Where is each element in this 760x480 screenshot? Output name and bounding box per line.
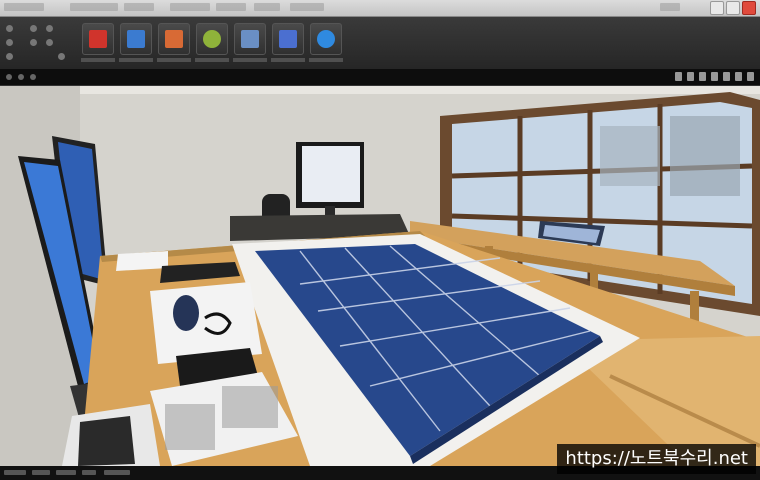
menu-item[interactable] [216, 3, 246, 11]
ribbon-tool-caption [157, 58, 191, 62]
tool-dot-icon[interactable] [46, 25, 53, 32]
tab-icon[interactable] [30, 74, 36, 80]
ribbon-toolbar [0, 17, 760, 69]
ribbon-tool-button[interactable] [233, 23, 267, 62]
tool-dot-icon[interactable] [30, 25, 37, 32]
tool-dot-icon[interactable] [6, 39, 13, 46]
tab-icon[interactable] [6, 74, 12, 80]
window-icon [241, 30, 259, 48]
ribbon-tool-button[interactable] [119, 23, 153, 62]
view-icon[interactable] [699, 72, 706, 81]
globe-icon [317, 30, 335, 48]
menu-item[interactable] [170, 3, 210, 11]
tool-dot-icon[interactable] [30, 39, 37, 46]
title-bar [0, 0, 760, 17]
menu-item[interactable] [70, 3, 118, 11]
menu-item[interactable] [124, 3, 154, 11]
office-photo [0, 86, 760, 466]
menu-item[interactable] [290, 3, 324, 11]
minimize-icon[interactable] [710, 1, 724, 15]
ribbon-tool-button[interactable] [195, 23, 229, 62]
picture-orange-icon [165, 30, 183, 48]
tool-dot-icon[interactable] [46, 39, 53, 46]
ribbon-tool-button[interactable] [157, 23, 191, 62]
close-icon[interactable] [742, 1, 756, 15]
image-canvas[interactable] [0, 86, 760, 466]
view-icon[interactable] [711, 72, 718, 81]
picture-red-icon [89, 30, 107, 48]
tool-dot-icon[interactable] [6, 53, 13, 60]
quick-tools [0, 21, 76, 65]
maximize-icon[interactable] [726, 1, 740, 15]
status-item [104, 470, 130, 475]
tool-dot-icon[interactable] [58, 53, 65, 60]
status-item [82, 470, 96, 475]
ribbon-tool-caption [233, 58, 267, 62]
status-item [56, 470, 76, 475]
ribbon-tool-caption [81, 58, 115, 62]
view-controls [675, 72, 754, 81]
ribbon-tool-caption [195, 58, 229, 62]
menu-item[interactable] [4, 3, 44, 11]
watermark-url: https://노트북수리.net [557, 444, 756, 474]
ribbon-tool-button[interactable] [309, 23, 343, 62]
window-controls [710, 1, 756, 15]
view-icon[interactable] [735, 72, 742, 81]
tool-dot-icon[interactable] [6, 25, 13, 32]
view-icon[interactable] [747, 72, 754, 81]
view-icon[interactable] [723, 72, 730, 81]
ribbon-tool-caption [309, 58, 343, 62]
ribbon-tool-caption [119, 58, 153, 62]
view-icon[interactable] [687, 72, 694, 81]
view-icon[interactable] [675, 72, 682, 81]
ribbon-tool-button[interactable] [271, 23, 305, 62]
ribbon-tool-button[interactable] [81, 23, 115, 62]
menu-item[interactable] [660, 3, 680, 11]
frame-blue-icon [279, 30, 297, 48]
ribbon-tool-caption [271, 58, 305, 62]
status-item [4, 470, 26, 475]
picture-blue-icon [127, 30, 145, 48]
target-green-icon [203, 30, 221, 48]
menu-item[interactable] [254, 3, 280, 11]
tab-strip [0, 69, 760, 86]
status-item [32, 470, 50, 475]
tab-icon[interactable] [18, 74, 24, 80]
